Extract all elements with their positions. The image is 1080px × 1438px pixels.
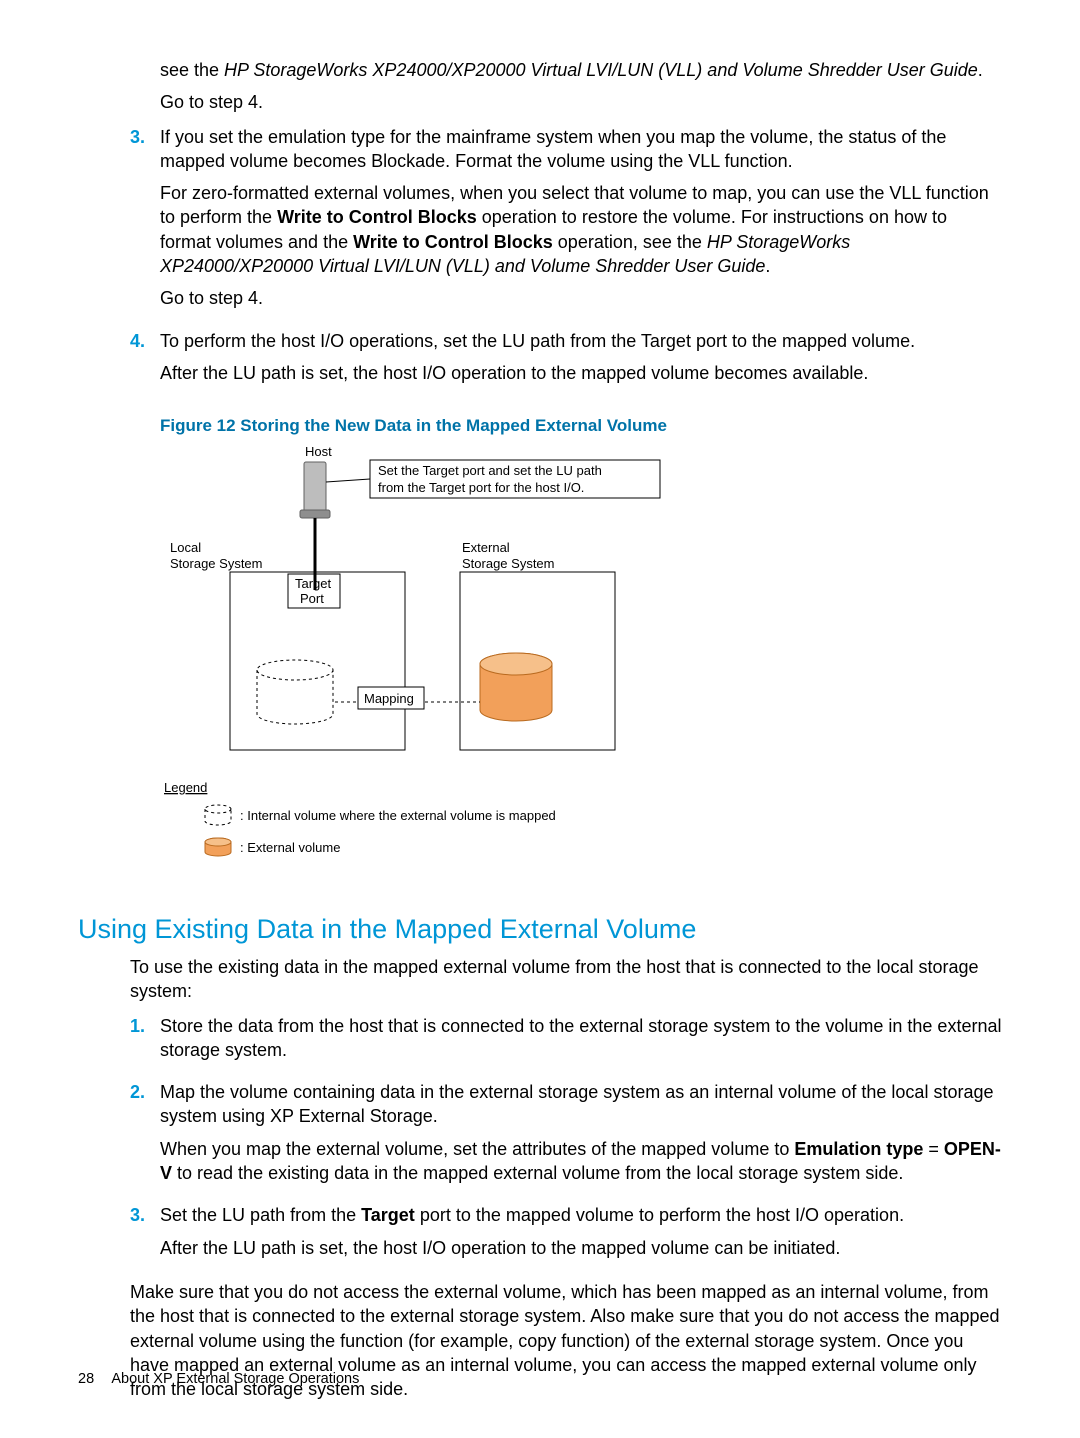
txt: When you map the external volume, set th… (160, 1139, 794, 1159)
step3-p3: Go to step 4. (160, 286, 1002, 310)
mapping-label: Mapping (364, 691, 414, 706)
use-step-1: 1. Store the data from the host that is … (130, 1014, 1002, 1071)
page-number: 28 (78, 1371, 94, 1387)
txt-bold: Target (361, 1205, 415, 1225)
callout-line2: from the Target port for the host I/O. (378, 480, 584, 495)
txt-bold: Emulation type (794, 1139, 923, 1159)
continuation-text: see the HP StorageWorks XP24000/XP20000 … (160, 58, 1002, 115)
step-number: 4. (130, 329, 160, 394)
txt: . (765, 256, 770, 276)
callout-line1: Set the Target port and set the LU path (378, 463, 602, 478)
step3-p1: If you set the emulation type for the ma… (160, 125, 1002, 174)
target-label: Target (295, 576, 332, 591)
use-step3-p1: Set the LU path from the Target port to … (160, 1203, 1002, 1227)
txt: to read the existing data in the mapped … (172, 1163, 903, 1183)
intro-pre: see the (160, 60, 224, 80)
step-number: 1. (130, 1014, 160, 1071)
external-ss-label: Storage System (462, 556, 555, 571)
intro-post: . (978, 60, 983, 80)
page-footer: 28 About XP External Storage Operations (78, 1370, 359, 1390)
local-ss-label: Storage System (170, 556, 263, 571)
use-step2-p2: When you map the external volume, set th… (160, 1137, 1002, 1186)
figure-diagram: Host Set the Target port and set the LU … (160, 442, 730, 888)
step3-p2: For zero-formatted external volumes, whe… (160, 181, 1002, 278)
use-step3-p2: After the LU path is set, the host I/O o… (160, 1236, 1002, 1260)
step-number: 3. (130, 125, 160, 319)
step-number: 2. (130, 1080, 160, 1193)
use-step-3: 3. Set the LU path from the Target port … (130, 1203, 1002, 1268)
legend-external: : External volume (240, 840, 340, 855)
host-label: Host (305, 444, 332, 459)
txt: operation, see the (553, 232, 707, 252)
step4-p2: After the LU path is set, the host I/O o… (160, 361, 1002, 385)
step-3: 3. If you set the emulation type for the… (130, 125, 1002, 319)
use-step-2: 2. Map the volume containing data in the… (130, 1080, 1002, 1193)
txt-bold: Write to Control Blocks (353, 232, 553, 252)
section-heading: Using Existing Data in the Mapped Extern… (78, 911, 1002, 947)
local-label: Local (170, 540, 201, 555)
txt: port to the mapped volume to perform the… (415, 1205, 904, 1225)
intro-goto: Go to step 4. (160, 90, 1002, 114)
figure-caption: Figure 12 Storing the New Data in the Ma… (160, 415, 1002, 438)
external-label: External (462, 540, 510, 555)
txt-bold: Write to Control Blocks (277, 207, 477, 227)
step-number: 3. (130, 1203, 160, 1268)
txt: Set the LU path from the (160, 1205, 361, 1225)
txt: = (923, 1139, 944, 1159)
step-4: 4. To perform the host I/O operations, s… (130, 329, 1002, 394)
port-label: Port (300, 591, 324, 606)
footer-title: About XP External Storage Operations (111, 1371, 359, 1387)
use-step1-p1: Store the data from the host that is con… (160, 1014, 1002, 1063)
step4-p1: To perform the host I/O operations, set … (160, 329, 1002, 353)
legend-title: Legend (164, 780, 207, 795)
intro-title: HP StorageWorks XP24000/XP20000 Virtual … (224, 60, 978, 80)
legend-internal: : Internal volume where the external vol… (240, 808, 556, 823)
use-step2-p1: Map the volume containing data in the ex… (160, 1080, 1002, 1129)
section-intro: To use the existing data in the mapped e… (130, 955, 1002, 1004)
